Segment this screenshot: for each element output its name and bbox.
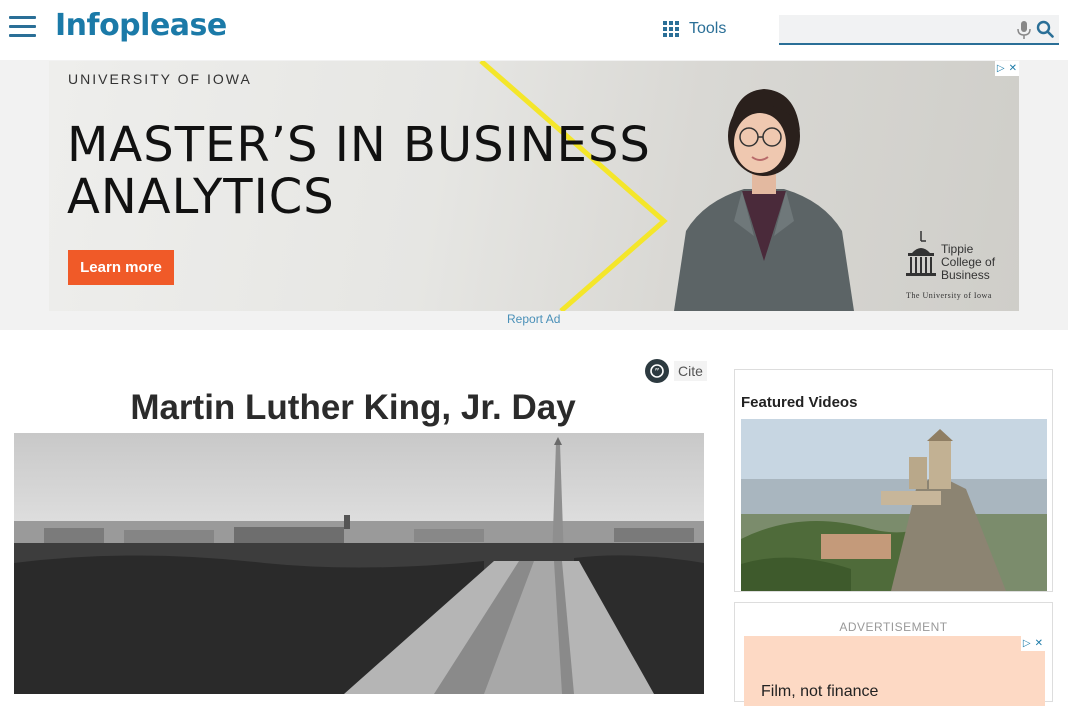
sidebar-ad-choices-icon: ▷: [1022, 638, 1031, 649]
advertisement-label: ADVERTISEMENT: [839, 620, 948, 634]
ad-close-icon[interactable]: ✕: [1007, 61, 1019, 76]
sidebar-ad-text: Film, not finance: [761, 683, 879, 700]
sidebar-ad-banner[interactable]: ▷ ✕ Film, not finance: [744, 636, 1045, 706]
ad-choices[interactable]: ▷ ✕: [994, 61, 1019, 76]
ad-headline-line1: MASTER’S IN BUSINESS: [67, 117, 651, 173]
featured-videos-title: Featured Videos: [741, 394, 858, 411]
featured-videos-panel: Featured Videos: [734, 369, 1053, 592]
microphone-icon[interactable]: [1017, 21, 1031, 39]
tippie-name: Tippie College of Business: [941, 243, 995, 282]
ad-choices-icon: ▷: [996, 63, 1005, 74]
svg-text:”: ”: [654, 367, 659, 378]
tippie-logo: Tippie College of Business The Universit…: [904, 231, 1014, 306]
search-bar: [779, 15, 1059, 45]
search-input[interactable]: [779, 15, 1009, 43]
top-ad-banner[interactable]: UNIVERSITY OF IOWA MASTER’S IN BUSINESS …: [49, 61, 1019, 311]
tools-label: Tools: [689, 20, 727, 37]
ad-headline-line2: ANALYTICS: [67, 169, 335, 225]
search-icon[interactable]: [1036, 20, 1054, 38]
sidebar-ad-close-icon[interactable]: ✕: [1033, 636, 1045, 651]
learn-more-button[interactable]: Learn more: [68, 250, 174, 285]
ad-person-image: [674, 89, 854, 311]
site-header: Infoplease Tools: [0, 0, 1068, 60]
ad-headline: MASTER’S IN BUSINESS ANALYTICS: [67, 119, 651, 223]
cite-label: Cite: [674, 361, 707, 381]
sidebar-ad: ADVERTISEMENT ▷ ✕ Film, not finance: [734, 602, 1053, 706]
cite-button[interactable]: ” Cite: [645, 359, 707, 383]
quote-icon: ”: [645, 359, 669, 383]
report-ad-link[interactable]: Report Ad: [507, 312, 560, 326]
ad-university: UNIVERSITY OF IOWA: [68, 71, 252, 87]
tippie-university: The University of Iowa: [906, 291, 992, 300]
top-ad-band: UNIVERSITY OF IOWA MASTER’S IN BUSINESS …: [0, 60, 1068, 330]
hamburger-menu-icon[interactable]: [9, 16, 36, 38]
sidebar-ad-choices[interactable]: ▷ ✕: [1020, 636, 1045, 651]
featured-video-thumbnail[interactable]: [741, 419, 1047, 591]
building-icon: [906, 231, 936, 276]
page-title: Martin Luther King, Jr. Day: [130, 388, 576, 427]
tools-button[interactable]: Tools: [663, 20, 726, 38]
grid-icon: [663, 21, 679, 37]
tippie-line3: Business: [941, 268, 990, 282]
site-logo[interactable]: Infoplease: [55, 8, 227, 43]
hero-photo: [14, 433, 704, 694]
